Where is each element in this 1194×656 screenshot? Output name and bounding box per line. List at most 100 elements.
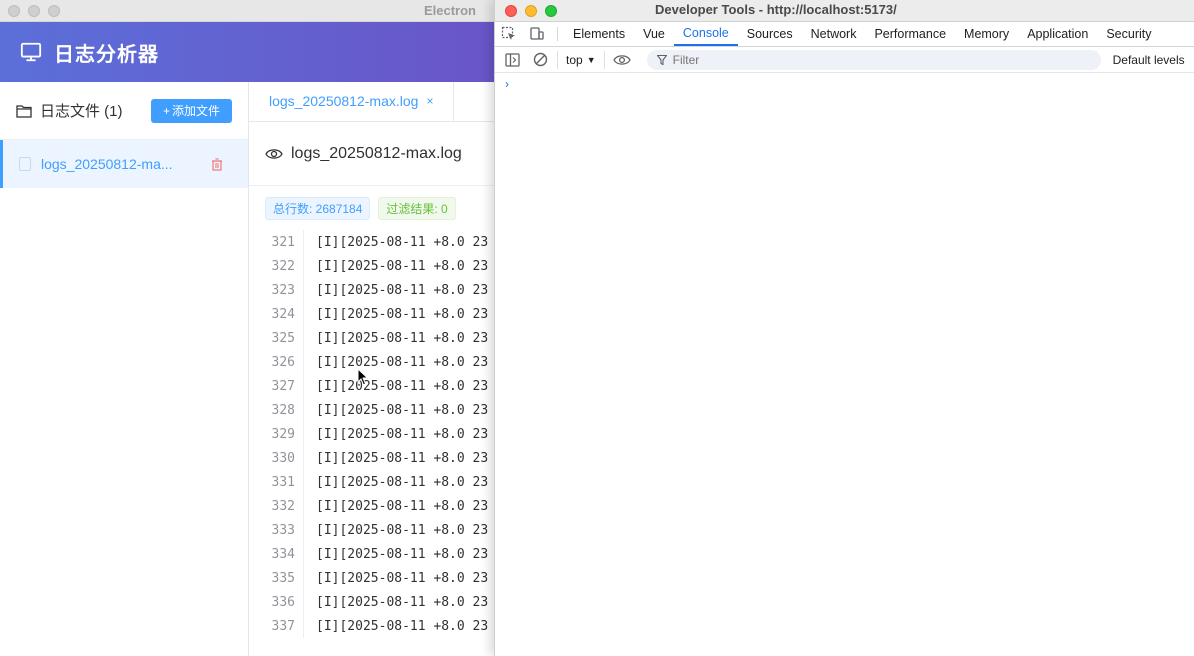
- log-text: [I][2025-08-11 +8.0 23: [316, 618, 489, 634]
- device-toolbar-icon[interactable]: [523, 22, 551, 46]
- log-viewer-panel: logs_20250812-max.log × logs_20250812-ma…: [249, 82, 500, 656]
- stats-bar: 总行数: 2687184 过滤结果: 0: [249, 186, 500, 230]
- inspect-element-icon[interactable]: [495, 22, 523, 46]
- tab-performance[interactable]: Performance: [865, 22, 955, 46]
- app-body: 日志文件 (1) + 添加文件 logs_20250812-ma... logs…: [0, 82, 500, 656]
- log-row: 335 [I][2025-08-11 +8.0 23: [249, 566, 500, 590]
- sidebar-title: 日志文件 (1): [40, 103, 123, 120]
- add-file-label: 添加文件: [171, 104, 220, 118]
- line-number: 325: [271, 330, 295, 346]
- console-toolbar: top ▼ Default levels: [495, 47, 1194, 73]
- devtools-tabs: Elements Vue Console Sources Network Performa…: [564, 22, 1161, 46]
- line-gutter: [303, 398, 304, 422]
- line-gutter: [303, 518, 304, 542]
- line-gutter: [303, 254, 304, 278]
- line-gutter: [303, 446, 304, 470]
- log-row: 332 [I][2025-08-11 +8.0 23: [249, 494, 500, 518]
- tab-label: logs_20250812-max.log: [269, 93, 419, 109]
- app-titlebar: Electron: [0, 0, 500, 22]
- viewer-file-name: logs_20250812-max.log: [291, 144, 462, 162]
- line-number: 330: [271, 450, 295, 466]
- separator: [557, 27, 558, 41]
- tab-elements[interactable]: Elements: [564, 22, 634, 46]
- line-gutter: [303, 278, 304, 302]
- log-levels-dropdown[interactable]: Default levels: [1113, 53, 1185, 67]
- add-file-button[interactable]: + 添加文件: [150, 98, 232, 123]
- devtools-window-title: Developer Tools - http://localhost:5173/: [655, 2, 897, 17]
- log-row: 327 [I][2025-08-11 +8.0 23: [249, 374, 500, 398]
- tab-application[interactable]: Application: [1018, 22, 1097, 46]
- filter-icon: [656, 54, 667, 65]
- log-row: 336 [I][2025-08-11 +8.0 23: [249, 590, 500, 614]
- clear-console-icon[interactable]: [529, 50, 551, 70]
- electron-app-window: Electron 日志分析器 日志文件 (1) + 添加文件 logs_2025…: [0, 0, 500, 656]
- line-gutter: [303, 542, 304, 566]
- log-row: 321 [I][2025-08-11 +8.0 23: [249, 230, 500, 254]
- log-text: [I][2025-08-11 +8.0 23: [316, 450, 489, 466]
- close-tab-icon[interactable]: ×: [426, 94, 433, 108]
- log-row: 323 [I][2025-08-11 +8.0 23: [249, 278, 500, 302]
- log-text: [I][2025-08-11 +8.0 23: [316, 402, 489, 418]
- tab-console[interactable]: Console: [673, 22, 738, 46]
- log-text: [I][2025-08-11 +8.0 23: [316, 546, 489, 562]
- file-list-item[interactable]: logs_20250812-ma...: [0, 140, 248, 188]
- line-gutter: [303, 374, 304, 398]
- log-row: 322 [I][2025-08-11 +8.0 23: [249, 254, 500, 278]
- log-row: 325 [I][2025-08-11 +8.0 23: [249, 326, 500, 350]
- line-gutter: [303, 326, 304, 350]
- log-text: [I][2025-08-11 +8.0 23: [316, 234, 489, 250]
- tab-security[interactable]: Security: [1097, 22, 1160, 46]
- line-number: 331: [271, 474, 295, 490]
- document-icon: [19, 157, 31, 171]
- file-list-item-name: logs_20250812-ma...: [41, 156, 173, 172]
- log-text: [I][2025-08-11 +8.0 23: [316, 378, 489, 394]
- tab-sources[interactable]: Sources: [738, 22, 802, 46]
- tab-vue[interactable]: Vue: [634, 22, 674, 46]
- context-selector[interactable]: top ▼: [557, 50, 605, 69]
- log-row: 334 [I][2025-08-11 +8.0 23: [249, 542, 500, 566]
- log-row: 333 [I][2025-08-11 +8.0 23: [249, 518, 500, 542]
- log-lines[interactable]: 321 [I][2025-08-11 +8.0 23 322 [I][2025-08-…: [249, 230, 500, 638]
- line-number: 328: [271, 402, 295, 418]
- file-tabs: logs_20250812-max.log ×: [249, 82, 500, 122]
- line-number: 334: [271, 546, 295, 562]
- line-number: 337: [271, 618, 295, 634]
- log-row: 328 [I][2025-08-11 +8.0 23: [249, 398, 500, 422]
- log-text: [I][2025-08-11 +8.0 23: [316, 474, 489, 490]
- line-gutter: [303, 566, 304, 590]
- folder-icon: [16, 104, 32, 118]
- viewer-header: logs_20250812-max.log: [249, 122, 500, 186]
- line-number: 324: [271, 306, 295, 322]
- line-number: 323: [271, 282, 295, 298]
- tab-log-file[interactable]: logs_20250812-max.log ×: [249, 82, 455, 121]
- log-row: 331 [I][2025-08-11 +8.0 23: [249, 470, 500, 494]
- log-text: [I][2025-08-11 +8.0 23: [316, 426, 489, 442]
- line-number: 327: [271, 378, 295, 394]
- filter-field[interactable]: [646, 49, 1101, 70]
- log-text: [I][2025-08-11 +8.0 23: [316, 330, 489, 346]
- tab-memory[interactable]: Memory: [955, 22, 1018, 46]
- monitor-icon: [20, 42, 42, 62]
- devtools-tabbar: Elements Vue Console Sources Network Performa…: [495, 22, 1194, 47]
- line-number: 326: [271, 354, 295, 370]
- live-expression-eye-icon[interactable]: [611, 50, 633, 70]
- log-text: [I][2025-08-11 +8.0 23: [316, 354, 489, 370]
- line-number: 322: [271, 258, 295, 274]
- line-gutter: [303, 230, 304, 254]
- app-title: 日志分析器: [54, 43, 159, 66]
- log-row: 330 [I][2025-08-11 +8.0 23: [249, 446, 500, 470]
- line-gutter: [303, 590, 304, 614]
- log-row: 329 [I][2025-08-11 +8.0 23: [249, 422, 500, 446]
- log-text: [I][2025-08-11 +8.0 23: [316, 306, 489, 322]
- line-number: 335: [271, 570, 295, 586]
- filter-input[interactable]: [672, 52, 1053, 67]
- app-window-title: Electron: [423, 3, 476, 18]
- devtools-window: Developer Tools - http://localhost:5173/…: [494, 0, 1194, 656]
- line-number: 329: [271, 426, 295, 442]
- sidebar-toggle-icon[interactable]: [501, 50, 523, 70]
- delete-icon[interactable]: [211, 157, 223, 171]
- tab-network[interactable]: Network: [802, 22, 866, 46]
- dropdown-arrow-icon: ▼: [586, 54, 596, 65]
- log-text: [I][2025-08-11 +8.0 23: [316, 282, 489, 298]
- console-prompt-chevron-icon[interactable]: ›: [495, 73, 1194, 91]
